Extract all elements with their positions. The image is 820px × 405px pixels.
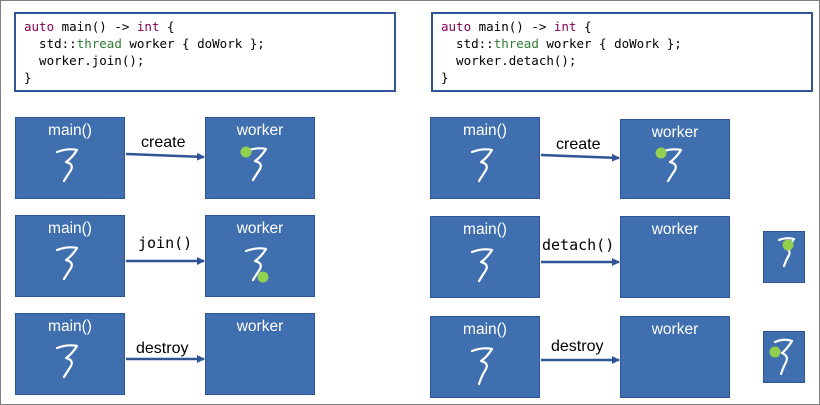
arrow-create-right <box>540 153 620 162</box>
execution-dot-icon <box>240 146 252 158</box>
thread-squiggle-icon <box>55 344 79 379</box>
execution-dot-icon <box>257 271 269 283</box>
execution-dot-icon <box>782 239 794 251</box>
arrow-create-left <box>125 152 205 161</box>
thread-squiggle-icon <box>470 347 494 386</box>
execution-dot-icon <box>655 147 667 159</box>
execution-dot-icon <box>769 346 781 358</box>
thread-squiggle-icon <box>55 246 79 281</box>
thread-squiggle-icon <box>55 148 79 183</box>
diagram-overlay <box>55 146 796 386</box>
thread-squiggle-icon <box>470 148 494 183</box>
thread-squiggle-icon <box>470 248 494 283</box>
